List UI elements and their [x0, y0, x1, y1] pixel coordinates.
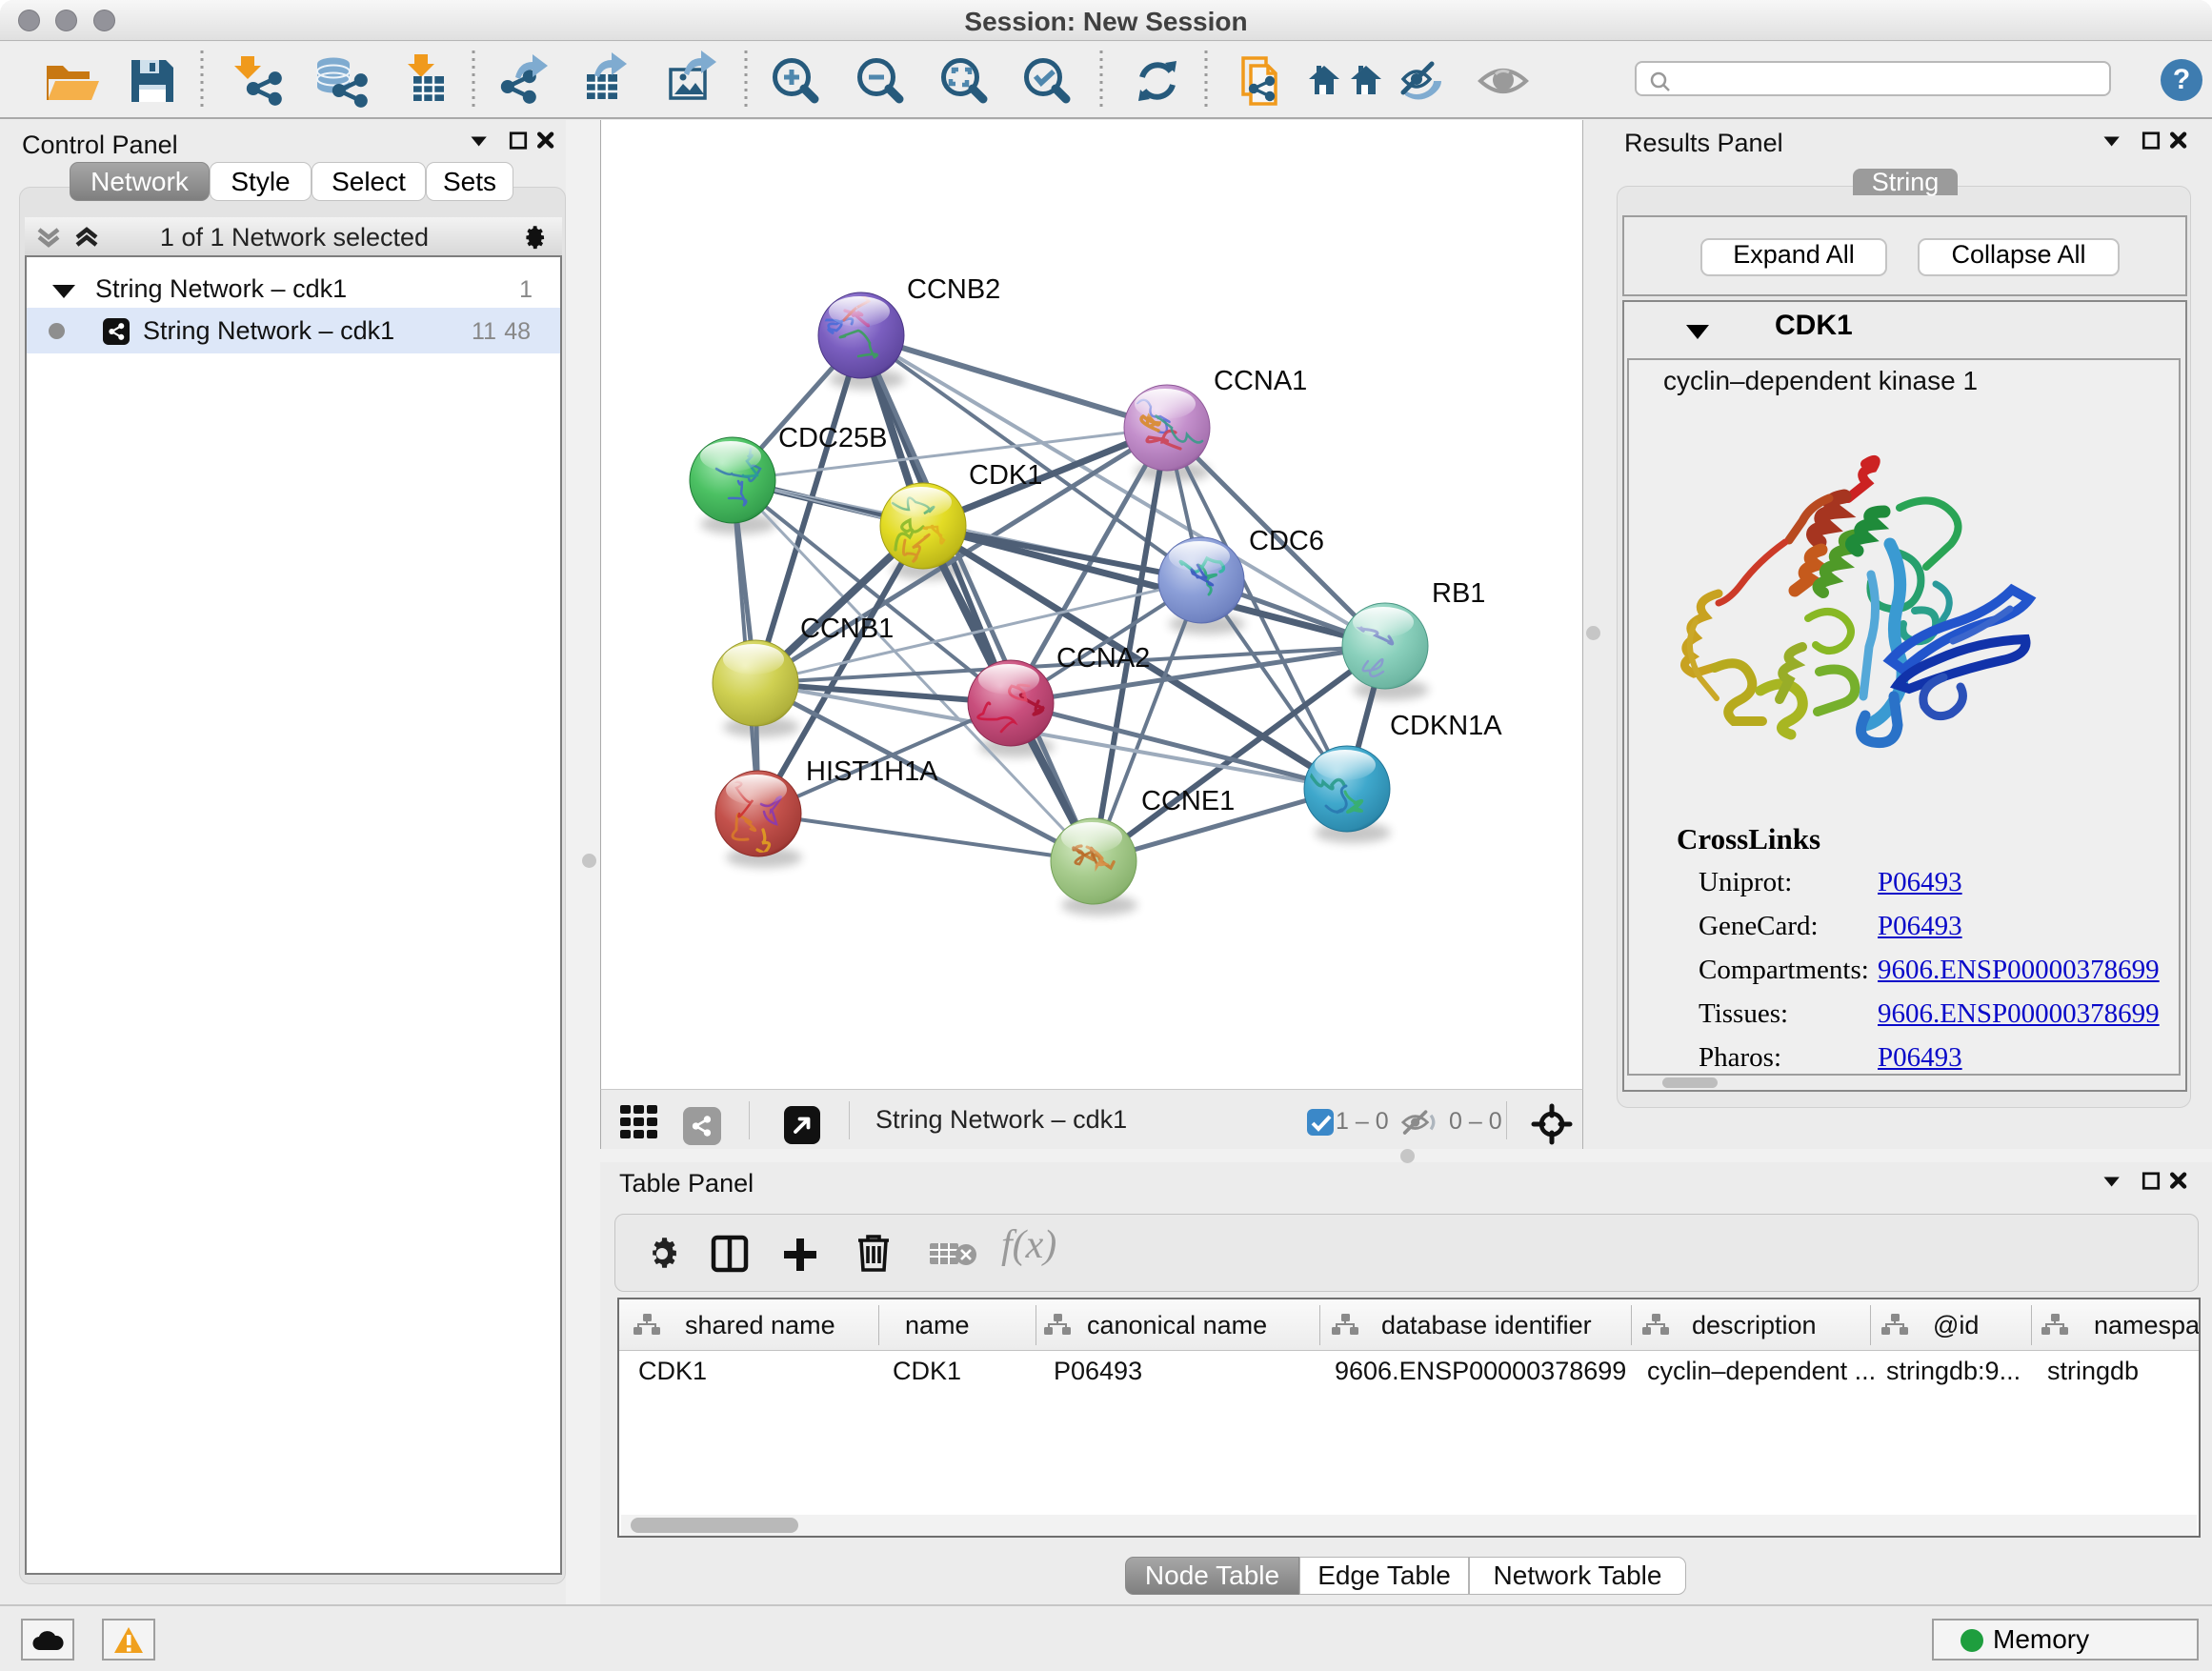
svg-text:CCNB1: CCNB1	[800, 614, 894, 644]
svg-text:CDC6: CDC6	[1249, 526, 1324, 556]
svg-text:CDK1: CDK1	[969, 460, 1042, 491]
svg-text:CDKN1A: CDKN1A	[1390, 711, 1502, 741]
svg-text:CDC25B: CDC25B	[778, 423, 887, 453]
svg-text:RB1: RB1	[1432, 578, 1485, 609]
svg-text:HIST1H1A: HIST1H1A	[806, 756, 938, 787]
svg-text:CCNE1: CCNE1	[1141, 786, 1235, 816]
svg-text:CCNA1: CCNA1	[1214, 366, 1307, 396]
svg-text:CCNB2: CCNB2	[907, 274, 1000, 305]
svg-text:CCNA2: CCNA2	[1056, 643, 1150, 674]
